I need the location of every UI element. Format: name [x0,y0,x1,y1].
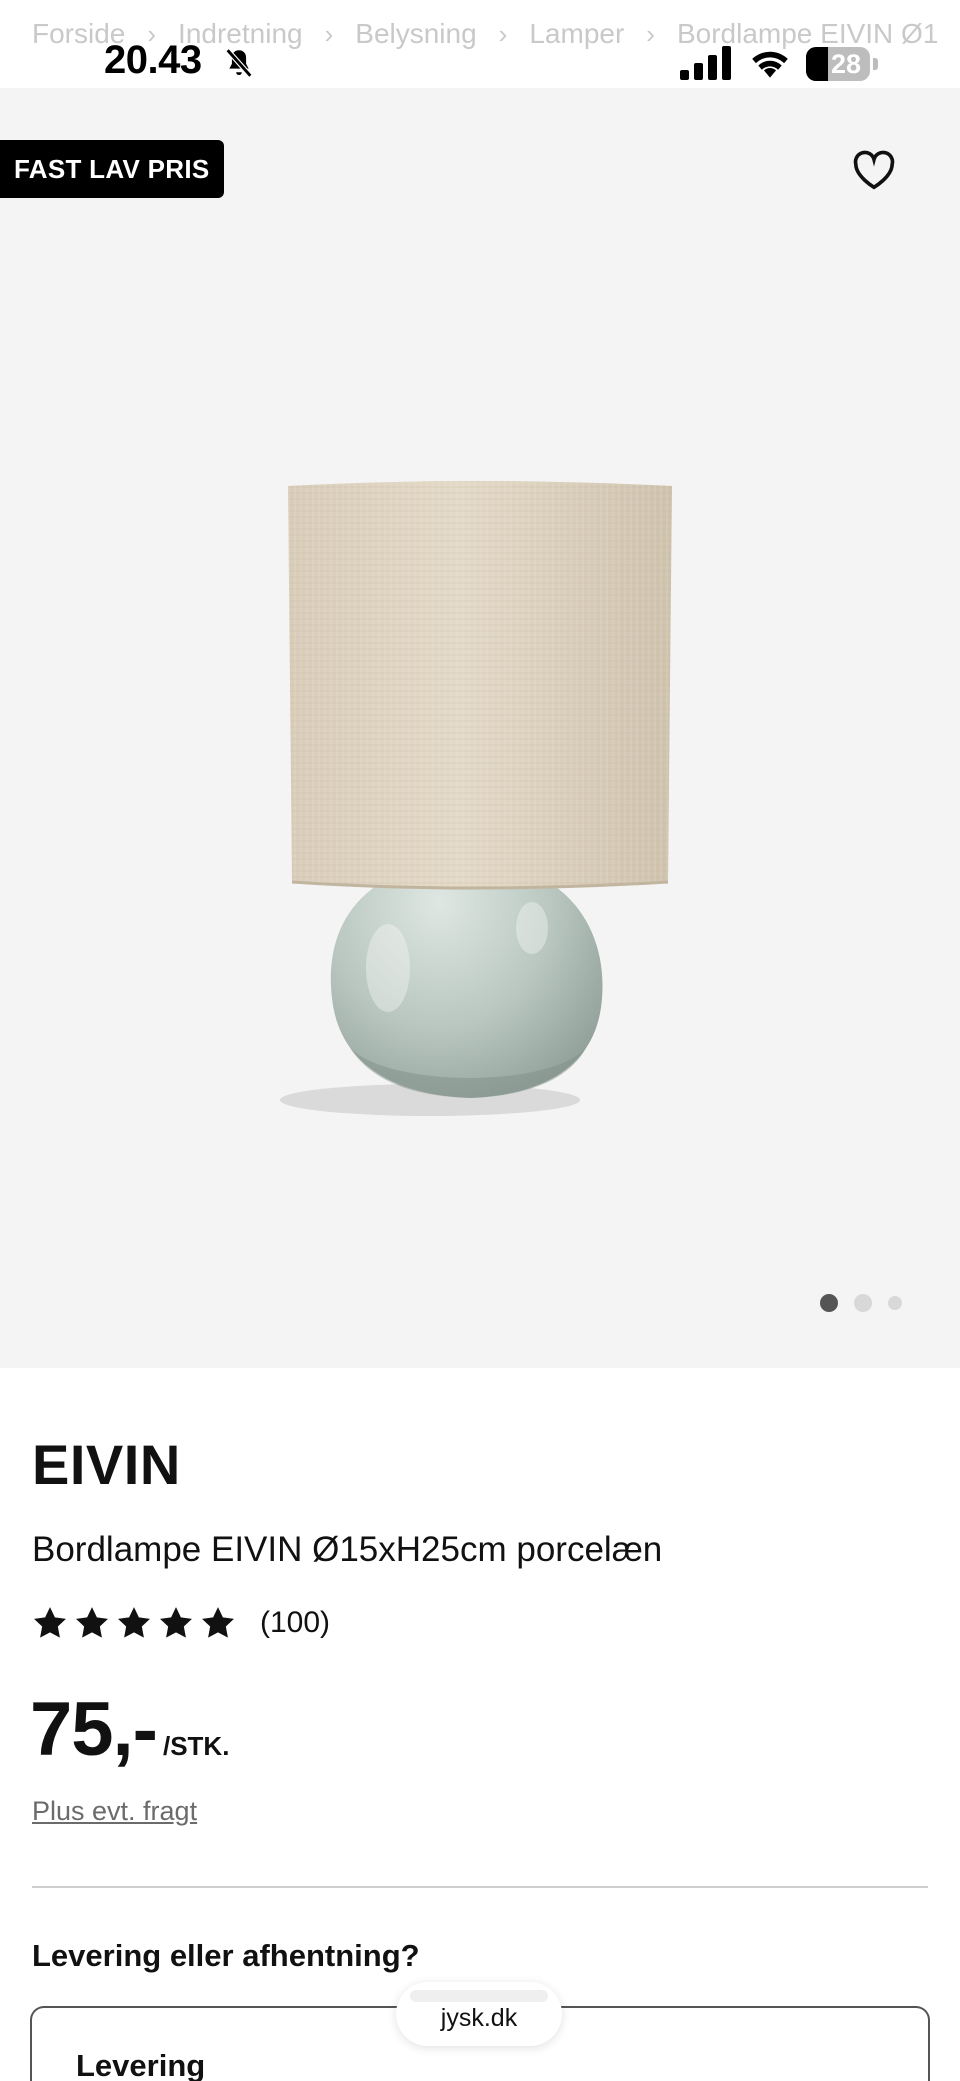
product-photo [280,481,672,1116]
product-brand: EIVIN [32,1433,181,1496]
price-unit: /STK. [162,1731,230,1761]
delivery-heading: Levering eller afhentning? [32,1938,420,1973]
shipping-link[interactable]: Plus evt. fragt [32,1796,197,1827]
star-icon [34,1607,66,1638]
wifi-icon [752,51,788,78]
battery-icon: 28 [806,47,878,81]
star-icon [76,1607,108,1638]
delivery-option-label: Levering [76,2048,206,2081]
browser-address-bar[interactable]: jysk.dk [396,1982,562,2046]
product-price: 75,- /STK. [30,1686,229,1773]
product-name: Bordlampe EIVIN Ø15xH25cm porcelæn [32,1530,663,1569]
signal-icon [680,46,731,80]
heart-icon[interactable] [852,150,896,190]
battery-level: 28 [830,49,862,79]
gallery-pagination [820,1294,902,1312]
gallery-dot[interactable] [854,1294,872,1312]
price-badge: FAST LAV PRIS [0,140,224,198]
bell-muted-icon [225,48,253,78]
product-image-gallery[interactable]: FAST LAV PRIS [0,88,960,1368]
gallery-dot[interactable] [888,1296,902,1310]
star-icon [160,1607,192,1638]
status-time: 20.43 [104,38,202,82]
gallery-dot-active[interactable] [820,1294,838,1312]
status-bar: 20.43 28 [0,0,960,88]
browser-url: jysk.dk [440,2004,518,2032]
drag-handle[interactable] [410,1990,548,2002]
star-icon [202,1607,234,1638]
star-icon [118,1607,150,1638]
product-rating[interactable]: (100) [32,1606,330,1640]
price-value: 75,- [30,1687,158,1772]
divider [32,1886,928,1888]
rating-count[interactable]: (100) [260,1606,330,1640]
